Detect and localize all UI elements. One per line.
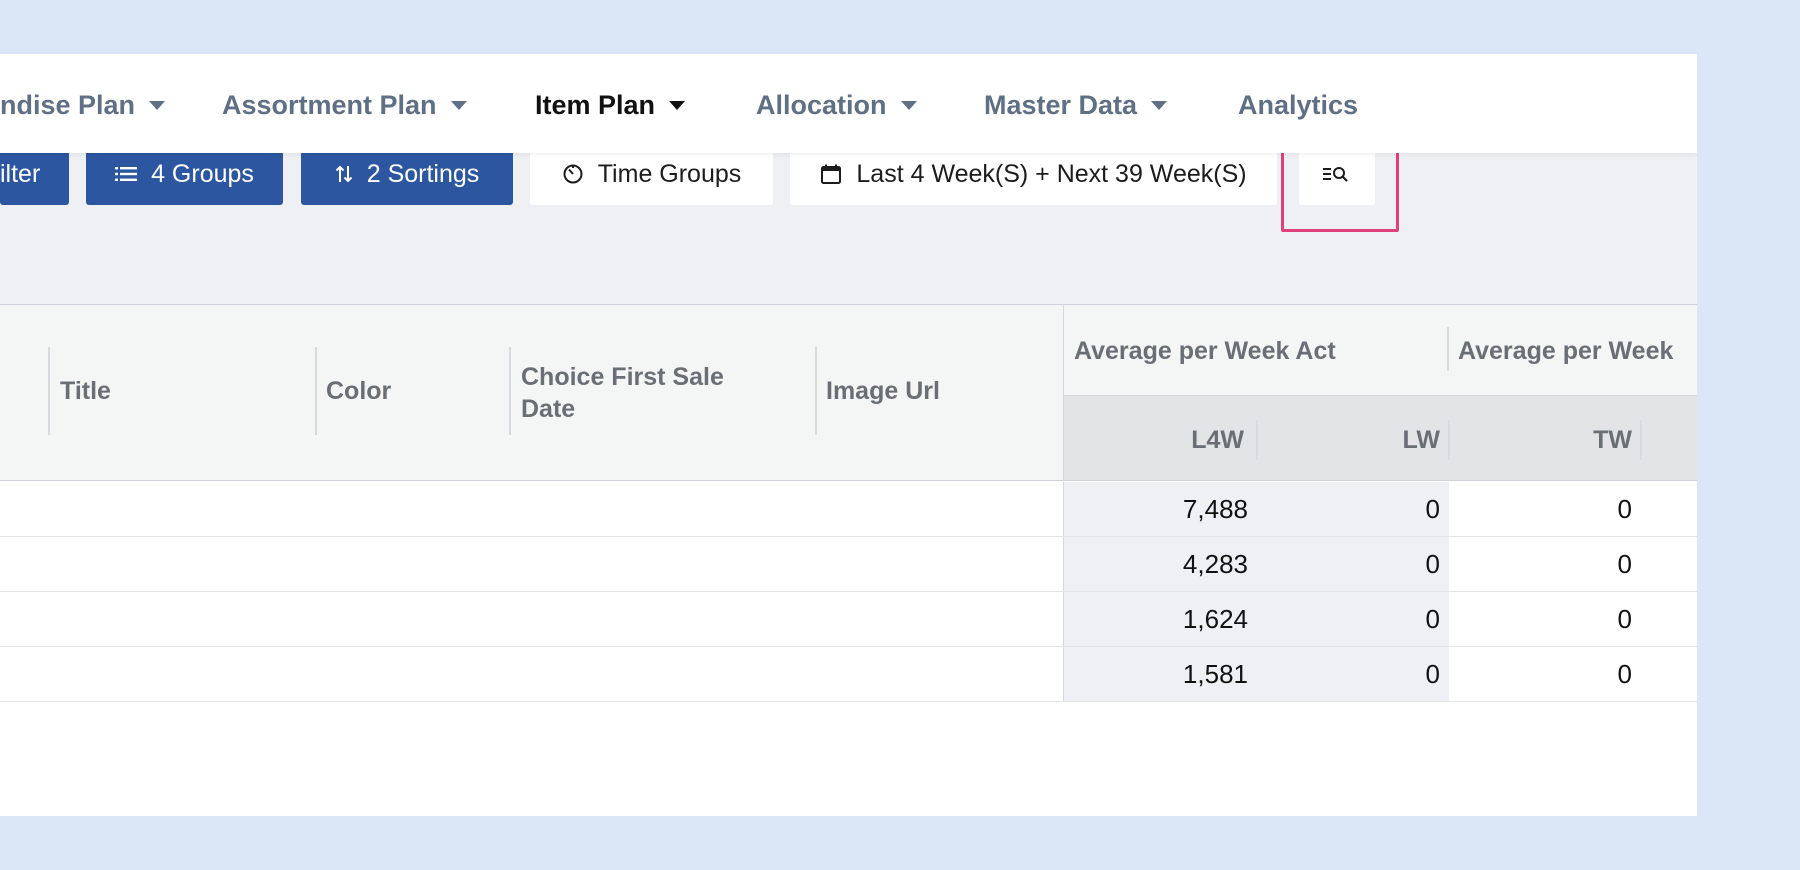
table-row[interactable]: 7,488 0 0 [0,482,1697,537]
timer-icon [562,163,584,185]
sub-header-l4w[interactable]: L4W [1134,424,1244,456]
sub-header-lw[interactable]: LW [1324,424,1441,456]
nav-master-data[interactable]: Master Data [984,82,1168,128]
group-header-average-per-week[interactable]: Average per Week [1458,335,1673,367]
grid-header: Title Color Choice First Sale Date Image… [0,305,1063,481]
data-grid: Title Color Choice First Sale Date Image… [0,304,1697,816]
column-group-header: Average per Week Act Average per Week [1063,305,1697,395]
table-row[interactable]: 4,283 0 0 [0,537,1697,592]
table-row[interactable]: 1,581 0 0 [0,647,1697,702]
nav-merchandise-plan[interactable]: ndise Plan [0,82,166,128]
cell-l4w[interactable]: 4,283 [1100,537,1248,591]
cell-tw[interactable]: 0 [1490,592,1632,646]
column-separator[interactable] [48,347,50,435]
groups-button-label: 4 Groups [151,159,254,188]
cell-l4w[interactable]: 7,488 [1100,482,1248,536]
cell-lw[interactable]: 0 [1300,647,1440,701]
list-search-icon [1322,164,1352,184]
nav-item-plan-label: Item Plan [535,89,656,120]
column-header-image-url[interactable]: Image Url [826,375,940,407]
list-icon [115,166,138,182]
column-separator[interactable] [1640,420,1642,460]
chevron-down-icon [669,100,686,110]
column-separator[interactable] [509,347,511,435]
sub-header-tw[interactable]: TW [1514,424,1632,456]
cell-lw[interactable]: 0 [1300,482,1440,536]
nav-merchandise-plan-label: ndise Plan [0,89,136,120]
column-header-color[interactable]: Color [326,375,391,407]
chevron-down-icon [1151,100,1168,110]
sub-header-row: L4W LW TW [1063,395,1697,481]
date-range-label: Last 4 Week(S) + Next 39 Week(S) [856,159,1247,188]
calendar-icon [820,163,842,185]
cell-l4w[interactable]: 1,581 [1100,647,1248,701]
cell-lw[interactable]: 0 [1300,537,1440,591]
nav-master-data-label: Master Data [984,89,1138,120]
table-row[interactable]: 1,624 0 0 [0,592,1697,647]
sort-arrows-icon [335,164,353,184]
nav-analytics-label: Analytics [1238,89,1359,120]
nav-allocation[interactable]: Allocation [756,82,917,128]
chevron-down-icon [149,100,166,110]
nav-assortment-plan[interactable]: Assortment Plan [222,82,467,128]
cell-tw[interactable]: 0 [1490,647,1632,701]
column-header-title[interactable]: Title [60,375,111,407]
column-separator[interactable] [815,347,817,435]
column-separator[interactable] [1448,420,1450,460]
nav-allocation-label: Allocation [756,89,887,120]
cell-l4w[interactable]: 1,624 [1100,592,1248,646]
nav-analytics[interactable]: Analytics [1238,82,1358,128]
cell-tw[interactable]: 0 [1490,537,1632,591]
column-separator[interactable] [1447,327,1449,371]
nav-assortment-plan-label: Assortment Plan [222,89,437,120]
time-groups-label: Time Groups [597,159,742,188]
column-separator[interactable] [1256,420,1258,460]
nav-item-plan[interactable]: Item Plan [535,82,686,128]
column-header-choice-first-sale-date[interactable]: Choice First Sale Date [521,361,761,425]
cell-lw[interactable]: 0 [1300,592,1440,646]
chevron-down-icon [450,100,467,110]
column-separator[interactable] [315,347,317,435]
filter-button-label: ilter [0,159,41,188]
top-navbar: ndise Plan Assortment Plan Item Plan All… [0,54,1697,153]
chevron-down-icon [900,100,917,110]
group-header-average-per-week-act[interactable]: Average per Week Act [1074,335,1336,367]
cell-tw[interactable]: 0 [1490,482,1632,536]
sortings-button-label: 2 Sortings [366,159,480,188]
